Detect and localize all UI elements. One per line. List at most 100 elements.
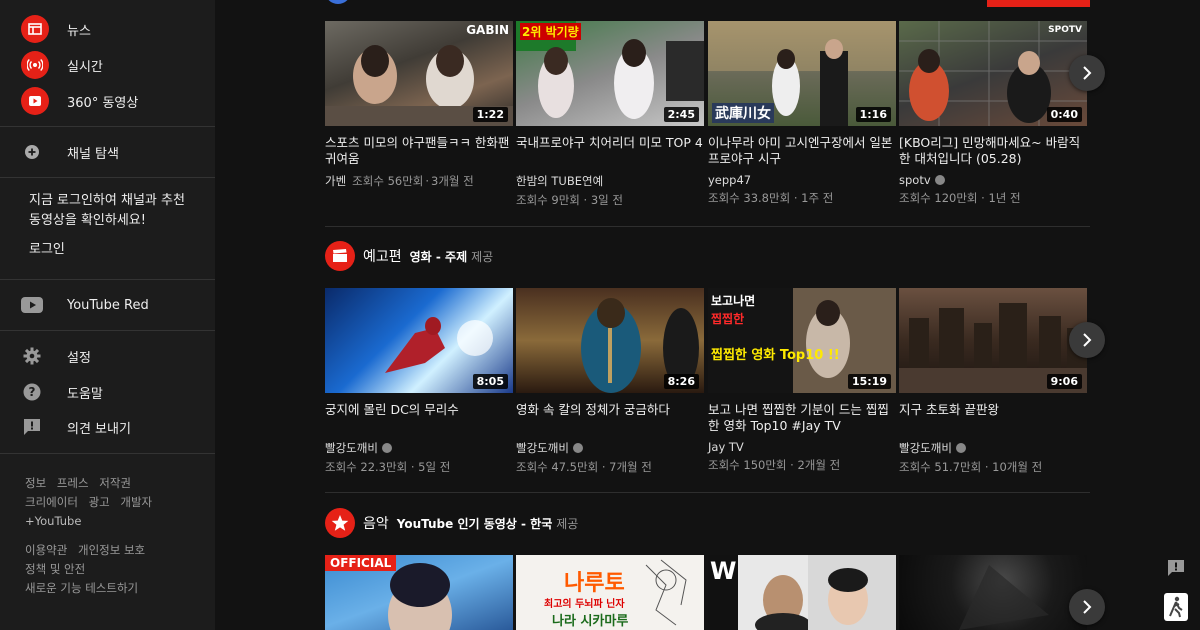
footer-link-privacy[interactable]: 개인정보 보호 [78, 543, 145, 557]
video-channel[interactable]: 빨강도깨비 [325, 440, 378, 456]
video-channel-row: spotv [899, 173, 1087, 187]
video-thumbnail[interactable]: 보고나면 찝찝한 찝찝한 영화 Top10 !! 15:19 [708, 288, 896, 393]
footer-link-developers[interactable]: 개발자 [120, 495, 152, 509]
footer-link-press[interactable]: 프레스 [57, 476, 89, 490]
meta-separator: · [410, 460, 415, 474]
video-views: 조회수 51.7만회 [899, 460, 982, 474]
video-thumbnail[interactable]: 나루토 최고의 두뇌파 닌자 나라 시카마루 [516, 555, 704, 630]
video-card[interactable]: 나루토 최고의 두뇌파 닌자 나라 시카마루 [516, 555, 704, 630]
video-card[interactable]: 8:05 궁지에 몰린 DC의 무리수 빨강도깨비 조회수 22.3만회 · 5… [325, 288, 513, 475]
footer-link-policy[interactable]: 정책 및 안전 [25, 562, 85, 576]
video-channel[interactable]: spotv [899, 173, 931, 187]
video-channel-row: 가벤 조회수 56만회 · 3개월 전 [325, 173, 513, 189]
video-thumbnail[interactable]: 9:06 [899, 288, 1087, 393]
video-title[interactable]: 궁지에 몰린 DC의 무리수 [325, 402, 513, 434]
footer-link-about[interactable]: 정보 [25, 476, 46, 490]
sidebar-item-label: 도움말 [67, 386, 103, 402]
video-thumbnail[interactable]: W [708, 555, 896, 630]
shelf-next-button[interactable] [1069, 589, 1105, 625]
video-thumbnail[interactable]: 8:26 [516, 288, 704, 393]
video-views: 조회수 47.5만회 [516, 460, 599, 474]
video-card[interactable]: 8:26 영화 속 칼의 정체가 궁금하다 빨강도깨비 조회수 47.5만회 ·… [516, 288, 704, 475]
shelf-next-button[interactable] [1069, 55, 1105, 91]
footer-links-secondary: 이용약관 개인정보 보호 정책 및 안전 새로운 기능 테스트하기 [25, 541, 205, 598]
video-card[interactable]: W [708, 555, 896, 630]
sidebar-item-news[interactable]: 뉴스 [0, 11, 215, 47]
divider [0, 330, 215, 331]
video-age: 1년 전 [988, 191, 1021, 205]
video-card[interactable]: 武庫川女 1:16 이나무라 아미 고시엔구장에서 일본 프로야구 시구 yep… [708, 21, 896, 206]
video-duration: 8:26 [663, 374, 699, 389]
video-channel[interactable]: 빨강도깨비 [899, 440, 952, 456]
sidebar-item-360[interactable]: 360° 동영상 [0, 83, 215, 119]
video-title[interactable]: 이나무라 아미 고시엔구장에서 일본 프로야구 시구 [708, 135, 896, 167]
shelf-title[interactable]: 예고편 [363, 246, 402, 266]
footer-link-plus-youtube[interactable]: +YouTube [25, 514, 81, 528]
video-card[interactable]: 2위 박기량 2:45 국내프로야구 치어리더 미모 TOP 4 한밤의 TUB… [516, 21, 704, 208]
feedback-float-button[interactable] [1166, 558, 1186, 578]
sidebar-item-label: 실시간 [67, 59, 103, 75]
thumbnail-overlay-text: 2위 박기량 [520, 23, 581, 40]
star-icon [325, 508, 355, 538]
video-thumbnail[interactable]: OFFICIAL [325, 555, 513, 630]
sidebar-item-label: YouTube Red [67, 297, 149, 313]
video-channel[interactable]: Jay TV [708, 440, 744, 454]
thumbnail-overlay-text: OFFICIAL [325, 555, 397, 571]
video-title[interactable]: 보고 나면 찝찝한 기분이 드는 찝찝한 영화 Top10 #Jay TV [708, 402, 896, 434]
video-duration: 15:19 [847, 374, 891, 389]
video-thumbnail[interactable]: GABIN 1:22 [325, 21, 513, 126]
accessibility-float-button[interactable] [1164, 593, 1188, 621]
video-channel[interactable]: 가벤 [325, 173, 346, 189]
login-link[interactable]: 로그인 [29, 238, 65, 257]
meta-separator: · [601, 460, 606, 474]
video-channel[interactable]: 한밤의 TUBE연예 [516, 173, 603, 189]
meta-separator: · [583, 193, 588, 207]
video-card[interactable]: 보고나면 찝찝한 찝찝한 영화 Top10 !! 15:19 보고 나면 찝찝한… [708, 288, 896, 473]
footer-link-copyright[interactable]: 저작권 [99, 476, 131, 490]
video-card[interactable]: SPOTV 0:40 [KBO리그] 민망해마세요~ 바람직한 대처입니다 (0… [899, 21, 1087, 206]
video-card[interactable]: 9:06 지구 초토화 끝판왕 빨강도깨비 조회수 51.7만회 · 10개월 … [899, 288, 1087, 475]
video-title[interactable]: 스포츠 미모의 야구팬들ㅋㅋ 한화팬 귀여움 [325, 135, 513, 167]
shelf-next-button[interactable] [1069, 322, 1105, 358]
shelf-title[interactable]: 음악 [363, 513, 389, 533]
meta-separator: · [425, 174, 430, 188]
video-thumbnail[interactable] [899, 555, 1087, 630]
sidebar-item-browse-channels[interactable]: 채널 탐색 [0, 134, 215, 170]
video-age: 1주 전 [801, 191, 834, 205]
thumbnail-watermark: SPOTV [1048, 25, 1082, 35]
video-channel[interactable]: 빨강도깨비 [516, 440, 569, 456]
video-card[interactable] [899, 555, 1087, 630]
subscribe-button-partial[interactable] [987, 0, 1090, 7]
footer-link-creators[interactable]: 크리에이터 [25, 495, 78, 509]
video-title[interactable]: 영화 속 칼의 정체가 궁금하다 [516, 402, 704, 434]
video-duration: 2:45 [663, 107, 699, 122]
shelf-subtitle[interactable]: 영화 - 주제 [410, 248, 468, 265]
video-title[interactable]: 국내프로야구 치어리더 미모 TOP 4 [516, 135, 704, 167]
sidebar-item-live[interactable]: 실시간 [0, 47, 215, 83]
news-icon [21, 15, 49, 43]
video-thumbnail[interactable]: 2위 박기량 2:45 [516, 21, 704, 126]
video-thumbnail[interactable]: 8:05 [325, 288, 513, 393]
video-card[interactable]: GABIN 1:22 스포츠 미모의 야구팬들ㅋㅋ 한화팬 귀여움 가벤 조회수… [325, 21, 513, 189]
video-title[interactable]: [KBO리그] 민망해마세요~ 바람직한 대처입니다 (05.28) [899, 135, 1087, 167]
video-channel[interactable]: yepp47 [708, 173, 751, 187]
sidebar-item-youtube-red[interactable]: YouTube Red [0, 287, 215, 323]
shelf-subtitle[interactable]: YouTube 인기 동영상 - 한국 [397, 515, 553, 532]
video-thumbnail[interactable]: SPOTV 0:40 [899, 21, 1087, 126]
video-thumbnail[interactable]: 武庫川女 1:16 [708, 21, 896, 126]
footer-link-advertise[interactable]: 광고 [89, 495, 110, 509]
video-age: 3일 전 [590, 193, 623, 207]
footer-link-test-features[interactable]: 새로운 기능 테스트하기 [25, 581, 138, 595]
video-card[interactable]: OFFICIAL [325, 555, 513, 630]
video-title[interactable]: 지구 초토화 끝판왕 [899, 402, 1087, 434]
sidebar-item-label: 뉴스 [67, 23, 91, 39]
footer-link-terms[interactable]: 이용약관 [25, 543, 67, 557]
sidebar-item-feedback[interactable]: 의견 보내기 [0, 409, 215, 445]
sidebar-item-help[interactable]: ? 도움말 [0, 374, 215, 410]
sidebar-item-settings[interactable]: 설정 [0, 338, 215, 374]
verified-icon [955, 443, 966, 453]
video-meta: 조회수 150만회 · 2개월 전 [708, 457, 896, 473]
video-views: 조회수 56만회 [352, 174, 424, 188]
chevron-right-icon [1083, 66, 1092, 80]
video-views: 조회수 150만회 [708, 458, 787, 472]
